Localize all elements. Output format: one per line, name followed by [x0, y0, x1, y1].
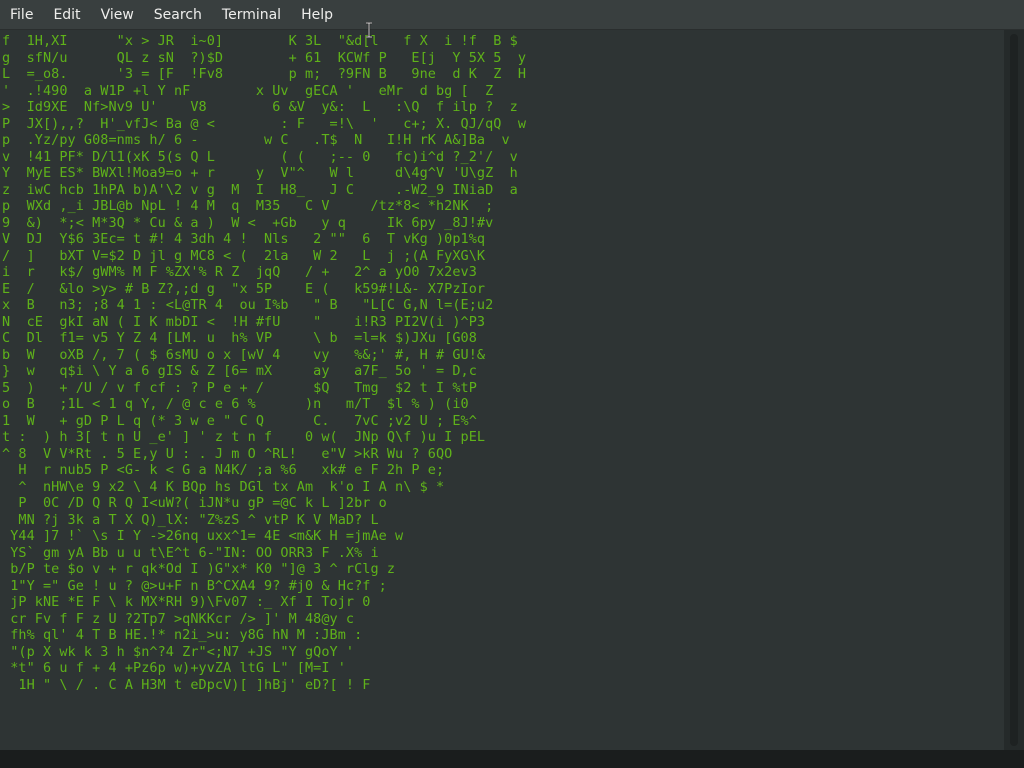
terminal-line: } w q$i \ Y a 6 gIS & Z [6= mX ay a7F_ 5… [2, 363, 477, 379]
scrollbar[interactable] [1004, 30, 1024, 750]
terminal-line: > Id9XE Nf>Nv9 U' V8 6 &V y&: L :\Q f il… [2, 99, 518, 115]
terminal-line: 1"Y =" Ge ! u ? @>u+F n B^CXA4 9? #j0 & … [2, 577, 387, 594]
terminal-line: f 1H,XI "x > JR i~0] K 3L "&d[l f X i !f… [2, 33, 518, 49]
menu-edit[interactable]: Edit [43, 0, 90, 30]
terminal-line: o B ;1L < 1 q Y, / @ c e 6 % )n m/T $l %… [2, 396, 469, 412]
terminal-line: b/P te $o v + r qk*Od I )G"x* K0 "]@ 3 ^… [2, 561, 396, 577]
terminal-line: p WXd ,_i JBL@b NpL ! 4 M q M35 C V /tz*… [2, 198, 494, 214]
terminal-line: fh% ql' 4 T B HE.!* n2i_>u: y8G hN M :JB… [2, 627, 363, 643]
terminal-line: 1 W + gD P L q (* 3 w e " C Q C. 7vC ;v2… [2, 412, 477, 429]
terminal-line: E / &lo >y> # B Z?,;d g "x 5P E ( k59#!L… [2, 280, 486, 297]
terminal-line: v !41 PF* D/l1(xK 5(s Q L ( ( ;-- 0 fc)i… [2, 148, 518, 165]
terminal-line: Y MyE ES* BWXl!Moa9=o + r y V"^ W l d\4g… [2, 165, 518, 181]
terminal-line: 5 ) + /U / v f cf : ? P e + / $Q Tmg $2 … [2, 379, 477, 396]
terminal-line: jP kNE *E F \ k MX*RH 9)\Fv07 :_ Xf I To… [2, 594, 371, 610]
terminal-line: *t" 6 u f + 4 +Pz6p w)+yvZA ltG L" [M=I … [2, 660, 346, 676]
menu-bar: File Edit View Search Terminal Help [0, 0, 1024, 30]
terminal-line: H r nub5 P <G- k < G a N4K/ ;a %6 xk# e … [2, 462, 445, 478]
terminal-line: L =_o8. '3 = [F !Fv8 p m; ?9FN B 9ne d K… [2, 66, 527, 82]
terminal-line: p .Yz/py G08=nms h/ 6 - w C .T$ N I!H rK… [2, 132, 510, 148]
terminal-line: ' .!490 a W1P +l Y nF x Uv gECA ' eMr d … [2, 82, 494, 99]
menu-file[interactable]: File [0, 0, 43, 30]
terminal-line: ^ nHW\e 9 x2 \ 4 K BQp hs DGl tx Am k'o … [2, 478, 445, 495]
matrix-rain-output: f 1H,XI "x > JR i~0] K 3L "&d[l f X i !f… [0, 30, 526, 693]
terminal-line: Y44 ]7 !` \s I Y ->26nq uxx^1= 4E <m&K H… [2, 528, 404, 544]
text-cursor-icon [366, 22, 372, 38]
terminal-line: P 0C /D Q R Q I<uW?( iJN*u gP =@C k L ]2… [2, 495, 387, 511]
menu-help[interactable]: Help [291, 0, 343, 30]
terminal-line: / ] bXT V=$2 D jl g MC8 < ( 2la W 2 L j … [2, 247, 486, 264]
terminal-line: z iwC hcb 1hPA b)A'\2 v g M I H8_ J C .-… [2, 181, 518, 198]
terminal-line: x B n3; ;8 4 1 : <L@TR 4 ou I%b " B "L[C… [2, 297, 494, 313]
terminal-line: C Dl f1= v5 Y Z 4 [LM. u h% VP \ b =l=k … [2, 330, 477, 346]
terminal-area[interactable]: f 1H,XI "x > JR i~0] K 3L "&d[l f X i !f… [0, 30, 1004, 750]
terminal-line: N cE gkI aN ( I K mbDI < !H #fU " i!R3 P… [2, 313, 486, 330]
terminal-line: YS` gm yA Bb u u t\E^t 6-"IN: OO ORR3 F … [2, 544, 379, 561]
terminal-line: 9 &) *;< M*3Q * Cu & a ) W < +Gb y q Ik … [2, 214, 494, 231]
terminal-line: g sfN/u QL z sN ?)$D + 61 KCWf P E[j Y 5… [2, 49, 527, 66]
terminal-line: 1H " \ / . C A H3M t eDpcV)[ ]hBj' eD?[ … [2, 676, 371, 693]
terminal-line: ^ 8 V V*Rt . 5 E,y U : . J m O ^RL! e"V … [2, 445, 453, 462]
window-bottom-edge [0, 750, 1024, 768]
terminal-line: cr Fv f F z U ?2Tp7 >qNKKcr /> ]' M 48@y… [2, 610, 355, 627]
terminal-line: P JX[),,? H'_vfJ< Ba @ < : F =!\ ' c+; X… [2, 115, 527, 132]
terminal-line: b W oXB /, 7 ( $ 6sMU o x [wV 4 vy %&;' … [2, 346, 486, 363]
menu-terminal[interactable]: Terminal [212, 0, 291, 30]
terminal-line: "(p X wk k 3 h $n^?4 Zr"<;N7 +JS "Y gQoY… [2, 643, 355, 660]
scrollbar-track[interactable] [1010, 34, 1018, 746]
terminal-line: MN ?j 3k a T X Q)_lX: "Z%zS ^ vtP K V Ma… [2, 511, 379, 528]
menu-view[interactable]: View [91, 0, 144, 30]
terminal-line: i r k$/ gWM% M F %ZX'% R Z jqQ / + 2^ a … [2, 264, 477, 280]
menu-search[interactable]: Search [144, 0, 212, 30]
terminal-line: V DJ Y$6 3Ec= t #! 4 3dh 4 ! Nls 2 "" 6 … [2, 231, 486, 247]
terminal-line: t : ) h 3[ t n U _e' ] ' z t n f 0 w( JN… [2, 429, 486, 445]
